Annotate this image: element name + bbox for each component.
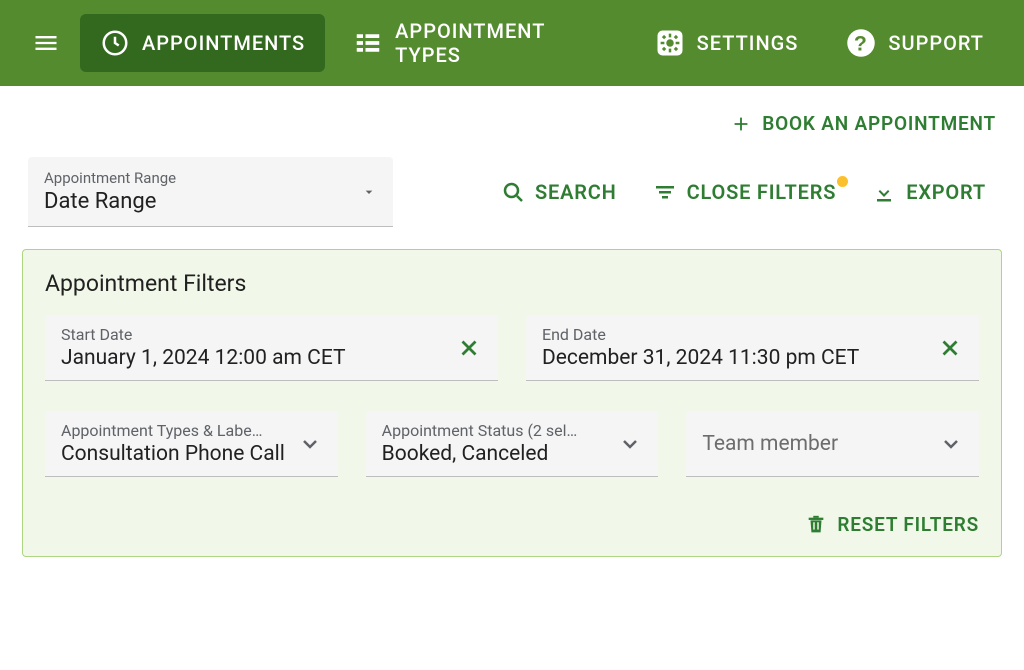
status-value: Booked, Canceled <box>382 442 578 466</box>
nav-appointments[interactable]: APPOINTMENTS <box>80 14 325 72</box>
reset-filters-label: RESET FILTERS <box>837 513 979 536</box>
filter-panel-title: Appointment Filters <box>45 270 979 297</box>
range-label: Appointment Range <box>44 169 176 187</box>
chevron-down-icon <box>939 432 963 456</box>
clock-icon <box>100 28 130 58</box>
end-date-input[interactable]: End Date December 31, 2024 11:30 pm CET <box>526 315 979 381</box>
chevron-down-icon <box>298 432 322 456</box>
gear-icon <box>655 28 685 58</box>
nav-settings[interactable]: SETTINGS <box>635 14 819 72</box>
status-label: Appointment Status (2 sel… <box>382 421 578 440</box>
trash-icon <box>805 514 827 536</box>
download-icon <box>872 180 896 204</box>
close-icon <box>937 335 963 361</box>
start-date-value: January 1, 2024 12:00 am CET <box>61 346 346 370</box>
nav-support-label: SUPPORT <box>888 31 984 55</box>
list-icon <box>353 28 383 58</box>
hamburger-icon <box>32 29 60 57</box>
reset-row: RESET FILTERS <box>45 507 979 546</box>
team-placeholder: Team member <box>702 432 838 456</box>
nav-appointment-types[interactable]: APPOINTMENT TYPES <box>333 5 626 81</box>
plus-icon <box>730 113 752 135</box>
filter-panel: Appointment Filters Start Date January 1… <box>22 249 1002 557</box>
start-date-label: Start Date <box>61 325 346 344</box>
chevron-down-icon <box>618 432 642 456</box>
filters-active-badge <box>837 176 848 187</box>
close-icon <box>456 335 482 361</box>
reset-filters-button[interactable]: RESET FILTERS <box>805 513 979 536</box>
start-date-clear-button[interactable] <box>456 335 482 361</box>
page-content: BOOK AN APPOINTMENT Appointment Range Da… <box>0 86 1024 557</box>
filter-row-dates: Start Date January 1, 2024 12:00 am CET … <box>45 315 979 381</box>
search-button[interactable]: SEARCH <box>491 172 627 212</box>
appointment-status-select[interactable]: Appointment Status (2 sel… Booked, Cance… <box>366 411 659 477</box>
search-icon <box>501 180 525 204</box>
menu-button[interactable] <box>20 19 72 67</box>
filter-icon <box>653 180 677 204</box>
export-button[interactable]: EXPORT <box>862 172 996 212</box>
nav-settings-label: SETTINGS <box>697 31 799 55</box>
help-icon: ? <box>846 28 876 58</box>
close-filters-label: CLOSE FILTERS <box>687 180 837 204</box>
types-label: Appointment Types & Labe… <box>61 421 285 440</box>
toolbar: Appointment Range Date Range SEARCH CLOS… <box>28 145 996 249</box>
end-date-value: December 31, 2024 11:30 pm CET <box>542 346 859 370</box>
nav-appointments-label: APPOINTMENTS <box>142 31 305 55</box>
range-value: Date Range <box>44 189 176 214</box>
export-label: EXPORT <box>906 180 986 204</box>
appointment-types-select[interactable]: Appointment Types & Labe… Consultation P… <box>45 411 338 477</box>
end-date-clear-button[interactable] <box>937 335 963 361</box>
book-row: BOOK AN APPOINTMENT <box>28 86 996 145</box>
dropdown-icon <box>361 184 377 200</box>
app-header: APPOINTMENTS APPOINTMENT TYPES SETTINGS … <box>0 0 1024 86</box>
svg-text:?: ? <box>854 32 868 56</box>
close-filters-button[interactable]: CLOSE FILTERS <box>643 172 847 212</box>
filter-row-selects: Appointment Types & Labe… Consultation P… <box>45 411 979 477</box>
book-appointment-label: BOOK AN APPOINTMENT <box>762 112 996 135</box>
book-appointment-button[interactable]: BOOK AN APPOINTMENT <box>730 112 996 135</box>
types-value: Consultation Phone Call <box>61 442 285 466</box>
end-date-label: End Date <box>542 325 859 344</box>
team-member-select[interactable]: Team member <box>686 411 979 477</box>
start-date-input[interactable]: Start Date January 1, 2024 12:00 am CET <box>45 315 498 381</box>
nav-support[interactable]: ? SUPPORT <box>826 14 1004 72</box>
nav-appointment-types-label: APPOINTMENT TYPES <box>395 19 606 67</box>
search-label: SEARCH <box>535 180 617 204</box>
appointment-range-select[interactable]: Appointment Range Date Range <box>28 157 393 227</box>
